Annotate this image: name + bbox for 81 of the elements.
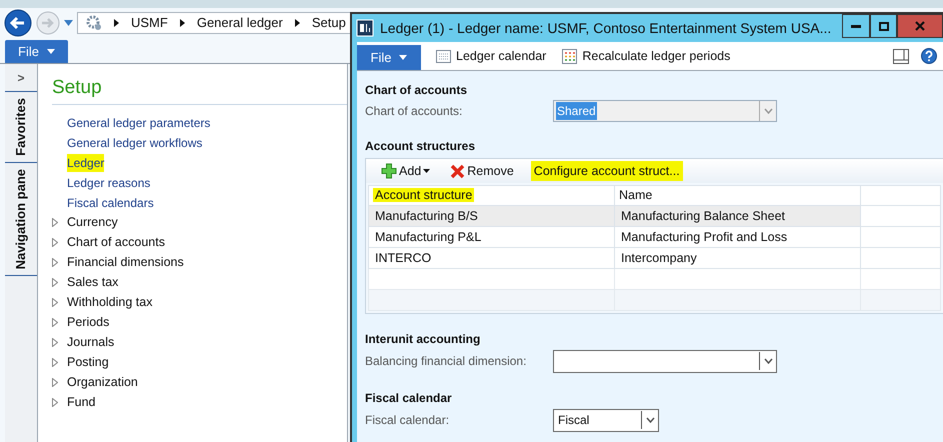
expand-icon[interactable] [52, 238, 58, 247]
table-row[interactable]: Manufacturing B/S Manufacturing Balance Sheet [368, 206, 940, 226]
nav-link[interactable]: Ledger reasons [67, 174, 150, 192]
close-icon [450, 164, 466, 178]
minimize-icon [851, 24, 861, 28]
toolbar-button[interactable]: Remove [447, 161, 517, 181]
expand-button[interactable]: > [5, 64, 37, 92]
tree-item[interactable]: Chart of accounts [67, 233, 165, 252]
nav-link[interactable]: Fiscal calendars [67, 194, 154, 212]
field-value: Shared [556, 102, 597, 120]
field-label: Fiscal calendar: [365, 412, 450, 429]
toolbar-button[interactable]: Ledger calendar [436, 46, 546, 66]
plus-icon [381, 163, 397, 179]
field-label: Chart of accounts: [365, 103, 464, 120]
tree-item[interactable]: Financial dimensions [67, 253, 184, 272]
section-heading: Chart of accounts [365, 82, 468, 98]
toolbar-button[interactable]: Add [378, 161, 434, 181]
expand-icon[interactable] [52, 318, 58, 327]
breadcrumb-item[interactable]: General ledger [196, 13, 283, 33]
expand-icon[interactable] [52, 298, 58, 307]
expand-icon[interactable] [52, 278, 58, 287]
chevron-down-icon [764, 108, 772, 114]
breadcrumb-item[interactable]: Setup [312, 13, 346, 33]
balancing-dimension-dropdown[interactable] [553, 350, 777, 372]
page-title: Setup [52, 74, 347, 104]
section-heading: Account structures [365, 138, 476, 154]
file-menu[interactable]: File [357, 45, 421, 70]
section-heading: Fiscal calendar [365, 390, 453, 406]
minimize-button[interactable] [842, 14, 870, 38]
caret-icon [114, 19, 119, 27]
side-tab[interactable]: Favorites [5, 92, 37, 163]
tree-item[interactable]: Periods [67, 313, 110, 332]
tree-item[interactable]: Withholding tax [67, 293, 152, 312]
maximize-icon [878, 22, 888, 30]
window-title: Ledger (1) - Ledger name: USMF, Contoso Entertainment System USA... [380, 19, 832, 37]
app-icon [356, 19, 374, 37]
calendar-icon [436, 50, 451, 62]
dropdown-icon[interactable] [64, 20, 73, 26]
tree-item[interactable]: Fund [67, 393, 96, 412]
grid-icon [562, 48, 578, 64]
tree-item[interactable]: Organization [67, 373, 138, 392]
fiscal-calendar-dropdown[interactable]: Fiscal [553, 408, 659, 432]
column-header[interactable]: Account structure [368, 186, 614, 206]
expand-icon[interactable] [52, 378, 58, 387]
forward-icon[interactable] [36, 11, 60, 35]
toolbar-button[interactable]: Configure account struct... [530, 161, 683, 181]
close-button[interactable] [897, 14, 943, 38]
field-label: Balancing financial dimension: [365, 353, 528, 370]
toolbar-button[interactable]: Recalculate ledger periods [562, 46, 730, 66]
back-icon[interactable] [4, 9, 32, 37]
maximize-button[interactable] [870, 14, 897, 38]
caret-down-icon [423, 169, 430, 173]
nav-link[interactable]: General ledger parameters [67, 114, 210, 132]
side-tab[interactable]: Navigation pane [5, 162, 37, 276]
tree-item[interactable]: Posting [67, 353, 109, 372]
breadcrumb-item[interactable]: USMF [131, 13, 168, 33]
nav-link[interactable]: General ledger workflows [67, 134, 202, 152]
caret-down-icon [399, 55, 408, 60]
expand-icon[interactable] [52, 358, 58, 367]
table-row[interactable]: Manufacturing P&L Manufacturing Profit and Loss [368, 226, 940, 248]
tree-item[interactable]: Sales tax [67, 273, 118, 292]
caret-icon [294, 19, 300, 27]
file-menu[interactable]: File [5, 40, 68, 63]
tree-item[interactable]: Journals [67, 333, 114, 352]
column-header[interactable]: Name [614, 186, 860, 206]
chevron-down-icon [764, 358, 772, 364]
section-heading: Interunit accounting [365, 331, 482, 347]
caret-icon [180, 19, 185, 27]
close-icon [915, 21, 925, 31]
field-value: Fiscal [558, 412, 590, 429]
expand-icon[interactable] [52, 218, 58, 227]
expand-icon[interactable] [52, 398, 58, 407]
table-row[interactable]: INTERCO Intercompany [368, 248, 940, 268]
caret-down-icon [46, 49, 55, 54]
expand-icon[interactable] [52, 258, 58, 267]
panel-icon[interactable] [893, 48, 909, 64]
expand-icon[interactable] [52, 338, 58, 347]
tree-item[interactable]: Currency [67, 213, 118, 232]
help-icon[interactable] [921, 48, 937, 64]
gear-icon [86, 15, 102, 31]
chevron-down-icon [646, 417, 654, 423]
